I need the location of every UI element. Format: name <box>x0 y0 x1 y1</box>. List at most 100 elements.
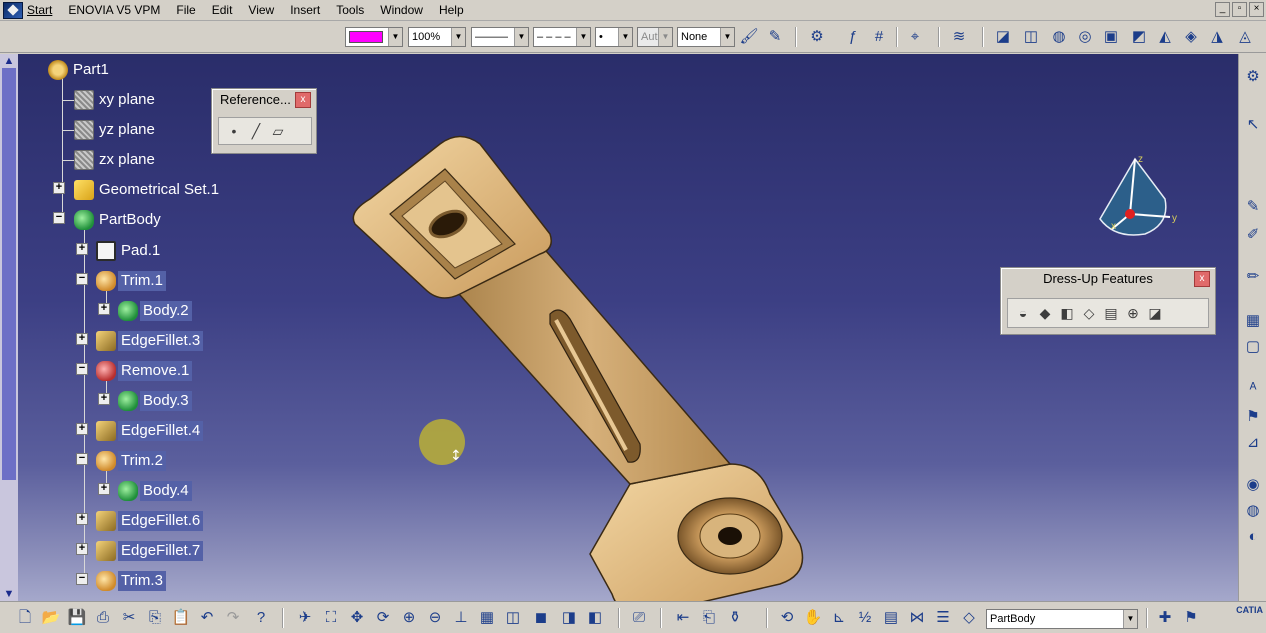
print-icon[interactable]: ⎙ <box>92 607 114 629</box>
select-icon[interactable]: ⌖ <box>904 26 926 48</box>
line-type-combo[interactable]: – – – – ▼ <box>533 27 591 47</box>
expand-icon[interactable]: + <box>76 513 88 525</box>
paste-icon[interactable]: 📋 <box>170 607 192 629</box>
fly-mode-icon[interactable]: ✈ <box>294 607 316 629</box>
knowledge-icon[interactable]: ⚙ <box>806 26 828 48</box>
expand-icon[interactable]: + <box>98 393 110 405</box>
measure-inertia-icon[interactable]: ⚱ <box>724 607 746 629</box>
copy-icon[interactable]: ⎘ <box>144 607 166 629</box>
rib-tool-icon[interactable]: ▣ <box>1100 26 1122 48</box>
render-style-combo[interactable]: Aut ▼ <box>637 27 673 47</box>
update-icon[interactable]: ⟲ <box>776 607 798 629</box>
draft-tool-icon[interactable]: ◧ <box>1056 302 1078 324</box>
expand-icon[interactable]: + <box>98 303 110 315</box>
settings-icon[interactable]: ⚙ <box>1242 66 1264 88</box>
axis-system-icon[interactable]: ⊾ <box>828 607 850 629</box>
catalog-browser-icon[interactable]: ◍ <box>1242 500 1264 522</box>
insert-body-icon[interactable]: ✚ <box>1154 607 1176 629</box>
thread-tool-icon[interactable]: ⊕ <box>1122 302 1144 324</box>
layer-filter-icon[interactable]: ◇ <box>958 607 980 629</box>
solid-combine-tool-icon[interactable]: ◮ <box>1206 26 1228 48</box>
apply-material-icon[interactable]: ◉ <box>1242 474 1264 496</box>
tree-node-trim-3[interactable]: Trim.3 <box>96 569 166 593</box>
normal-view-icon[interactable]: ⊥ <box>450 607 472 629</box>
tree-node-xy-plane[interactable]: xy plane <box>74 88 158 112</box>
slot-tool-icon[interactable]: ◩ <box>1128 26 1150 48</box>
line-icon[interactable]: ╱ <box>245 120 267 142</box>
cut-icon[interactable]: ✂ <box>118 607 140 629</box>
tree-node-edgefillet-4[interactable]: EdgeFillet.4 <box>96 419 204 443</box>
tree-node-part1[interactable]: Part1 <box>48 58 112 82</box>
tree-node-geometrical-set-1[interactable]: Geometrical Set.1 <box>74 178 222 202</box>
boolean-icon[interactable]: ⋈ <box>906 607 928 629</box>
sketch-analysis-icon[interactable]: ⎚ <box>628 607 650 629</box>
sketch-icon[interactable]: ✎ <box>1242 196 1264 218</box>
loft-tool-icon[interactable]: ◬ <box>1234 26 1256 48</box>
minimize-button[interactable]: _ <box>1215 2 1230 17</box>
formula-icon[interactable]: ƒ <box>842 26 864 48</box>
collapse-icon[interactable]: − <box>76 273 88 285</box>
select-arrow-icon[interactable]: ↖ <box>1242 114 1264 136</box>
edge-fillet-tool-icon[interactable]: ◒ <box>1012 302 1034 324</box>
annotation-icon[interactable]: ᴬ <box>1242 378 1264 400</box>
expand-icon[interactable]: + <box>76 423 88 435</box>
tree-node-yz-plane[interactable]: yz plane <box>74 118 158 142</box>
units-icon[interactable]: ½ <box>854 607 876 629</box>
menu-file[interactable]: File <box>168 0 203 21</box>
menu-insert[interactable]: Insert <box>282 0 328 21</box>
zoom-out-icon[interactable]: ⊖ <box>424 607 446 629</box>
measure-item-icon[interactable]: ⎗ <box>698 607 720 629</box>
collapse-icon[interactable]: − <box>76 453 88 465</box>
tree-node-body-2[interactable]: Body.2 <box>118 299 192 323</box>
scroll-up-icon[interactable]: ▲ <box>0 54 18 68</box>
tree-scrollbar[interactable]: ▲ ▼ <box>0 54 18 601</box>
menu-tools[interactable]: Tools <box>328 0 372 21</box>
shading-icon[interactable]: ◼ <box>530 607 552 629</box>
transparency-combo[interactable]: 100% ▼ <box>408 27 466 47</box>
multi-section-tool-icon[interactable]: ◭ <box>1154 26 1176 48</box>
shell-tool-icon[interactable]: ◇ <box>1078 302 1100 324</box>
tree-node-trim-2[interactable]: Trim.2 <box>96 449 166 473</box>
tree-node-body-4[interactable]: Body.4 <box>118 479 192 503</box>
scroll-down-icon[interactable]: ▼ <box>0 587 18 601</box>
insert-geometrical-set-icon[interactable]: ⚑ <box>1180 607 1202 629</box>
collapse-icon[interactable]: − <box>53 212 65 224</box>
profile-feature-icon[interactable]: ▢ <box>1242 336 1264 358</box>
body-selector-combo[interactable]: PartBody ▼ <box>986 609 1138 629</box>
hole-tool-icon[interactable]: ◎ <box>1074 26 1096 48</box>
pad-tool-icon[interactable]: ◪ <box>992 26 1014 48</box>
redo-icon[interactable]: ↷ <box>222 607 244 629</box>
scrollbar-thumb[interactable] <box>2 68 16 480</box>
render-icon[interactable]: ◐ <box>1242 526 1264 548</box>
measure-icon[interactable]: ⊿ <box>1242 432 1264 454</box>
save-icon[interactable]: 💾 <box>66 607 88 629</box>
compass-widget[interactable]: z y x <box>1090 149 1190 249</box>
new-file-icon[interactable]: 🗋 <box>14 607 36 629</box>
fit-all-icon[interactable]: ⛶ <box>320 607 342 629</box>
restore-button[interactable]: ▫ <box>1232 2 1247 17</box>
palette-close-button[interactable]: x <box>295 92 311 108</box>
iso-view-icon[interactable]: ◫ <box>502 607 524 629</box>
pocket-tool-icon[interactable]: ◫ <box>1020 26 1042 48</box>
expand-icon[interactable]: + <box>53 182 65 194</box>
swap-visible-space-icon[interactable]: ◧ <box>584 607 606 629</box>
close-button[interactable]: × <box>1249 2 1264 17</box>
table-icon[interactable]: ▤ <box>880 607 902 629</box>
stiffener-tool-icon[interactable]: ◈ <box>1180 26 1202 48</box>
menu-help[interactable]: Help <box>431 0 472 21</box>
menu-view[interactable]: View <box>240 0 282 21</box>
reference-elements-palette[interactable]: Reference... x • ╱ ▱ <box>211 88 317 154</box>
menu-edit[interactable]: Edit <box>204 0 241 21</box>
shaft-tool-icon[interactable]: ◍ <box>1048 26 1070 48</box>
pan-icon[interactable]: ✥ <box>346 607 368 629</box>
remove-face-tool-icon[interactable]: ◪ <box>1144 302 1166 324</box>
tree-node-partbody[interactable]: PartBody <box>74 208 164 232</box>
tree-node-remove-1[interactable]: Remove.1 <box>96 359 193 383</box>
whats-this-icon[interactable]: ? <box>250 607 272 629</box>
color-combo[interactable]: ▼ <box>345 27 403 47</box>
manual-update-icon[interactable]: ✋ <box>802 607 824 629</box>
zoom-in-icon[interactable]: ⊕ <box>398 607 420 629</box>
expand-icon[interactable]: + <box>76 243 88 255</box>
list-icon[interactable]: ☰ <box>932 607 954 629</box>
line-thickness-combo[interactable]: ——— ▼ <box>471 27 529 47</box>
